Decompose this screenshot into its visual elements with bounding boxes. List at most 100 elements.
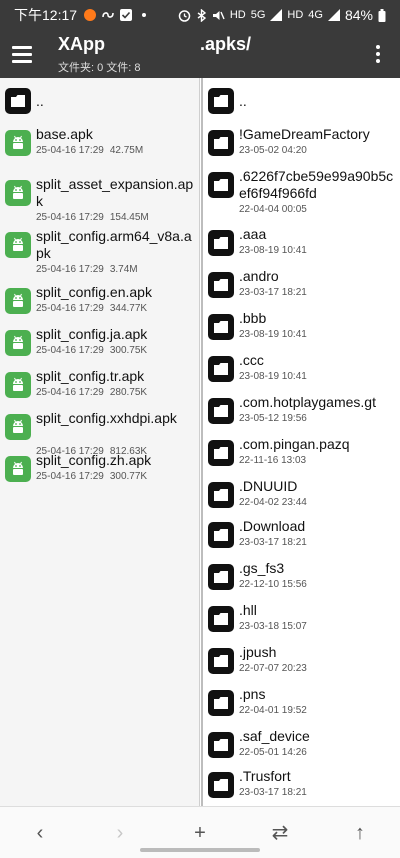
folder-icon: [208, 732, 234, 758]
folder-icon: [5, 88, 31, 114]
link-icon: [101, 8, 115, 22]
item-meta: 25-04-16 17:29 42.75M: [36, 145, 143, 156]
right-file-pane[interactable]: .. !GameDreamFactory 23-05-02 04:20 .6226f…: [201, 78, 400, 806]
add-icon[interactable]: +: [188, 821, 212, 845]
folder-item[interactable]: .ccc 23-08-19 10:41: [203, 352, 400, 390]
battery-icon: [378, 8, 386, 22]
folder-icon: [208, 564, 234, 590]
item-date: 23-03-17 18:21: [239, 287, 307, 298]
item-date: 22-04-01 19:52: [239, 705, 307, 716]
android-apk-icon: [5, 130, 31, 156]
folder-item[interactable]: .saf_device 22-05-01 14:26: [203, 728, 400, 766]
item-meta: 23-03-17 18:21: [239, 537, 307, 548]
hamburger-menu-icon[interactable]: [12, 40, 40, 68]
folder-item[interactable]: .Trusfort 23-03-17 18:21: [203, 768, 400, 806]
apk-file-item[interactable]: base.apk 25-04-16 17:29 42.75M: [0, 126, 199, 164]
item-name: !GameDreamFactory: [239, 126, 370, 142]
item-name: split_asset_expansion.apk: [36, 176, 194, 209]
folder-item[interactable]: !GameDreamFactory 23-05-02 04:20: [203, 126, 400, 164]
item-meta: 23-08-19 10:41: [239, 245, 307, 256]
item-meta: 22-12-10 15:56: [239, 579, 307, 590]
apk-file-item[interactable]: split_asset_expansion.apk 25-04-16 17:29 1…: [0, 176, 199, 224]
item-name: .jpush: [239, 644, 277, 660]
folder-icon: [208, 606, 234, 632]
item-name: base.apk: [36, 126, 93, 142]
folder-item[interactable]: .aaa 23-08-19 10:41: [203, 226, 400, 264]
item-meta: 23-03-17 18:21: [239, 287, 307, 298]
item-meta: 25-04-16 17:29 3.74M: [36, 264, 138, 275]
item-name: .com.pingan.pazq: [239, 436, 350, 452]
folder-item[interactable]: .hll 23-03-18 15:07: [203, 602, 400, 640]
hd-label: HD: [229, 9, 246, 21]
apk-file-item[interactable]: split_config.arm64_v8a.apk 25-04-16 17:29…: [0, 228, 199, 276]
folder-icon: [208, 172, 234, 198]
apk-file-item[interactable]: split_config.tr.apk 25-04-16 17:29 280.75K: [0, 368, 199, 406]
item-name: .andro: [239, 268, 279, 284]
item-meta: 22-04-02 23:44: [239, 497, 307, 508]
folder-item[interactable]: .com.hotplaygames.gt 23-05-12 19:56: [203, 394, 400, 432]
forward-icon[interactable]: ›: [108, 821, 132, 845]
notification-icons: [83, 8, 151, 22]
item-date: 23-03-17 18:21: [239, 787, 307, 798]
item-name: .pns: [239, 686, 266, 702]
item-date: 23-05-12 19:56: [239, 413, 307, 424]
parent-directory-item[interactable]: ..: [203, 86, 400, 116]
apk-file-item[interactable]: split_config.xxhdpi.apk 25-04-16 17:29 812…: [0, 410, 199, 458]
bluetooth-icon: [197, 8, 206, 22]
folder-item[interactable]: .bbb 23-08-19 10:41: [203, 310, 400, 348]
item-name: .Trusfort: [239, 768, 291, 784]
android-apk-icon: [5, 288, 31, 314]
up-directory-icon[interactable]: ↑: [348, 821, 372, 845]
back-icon[interactable]: ‹: [28, 821, 52, 845]
item-date: 22-05-01 14:26: [239, 747, 307, 758]
item-meta: 23-08-19 10:41: [239, 371, 307, 382]
item-meta: 23-03-17 18:21: [239, 787, 307, 798]
apk-file-item[interactable]: split_config.ja.apk 25-04-16 17:29 300.75K: [0, 326, 199, 364]
item-meta: 25-04-16 17:29 300.75K: [36, 345, 147, 356]
folder-icon: [208, 130, 234, 156]
folder-item[interactable]: .Download 23-03-17 18:21: [203, 518, 400, 556]
folder-icon: [208, 522, 234, 548]
network-label: 5G: [250, 9, 266, 21]
current-path[interactable]: .apks/: [200, 34, 251, 55]
item-name: split_config.xxhdpi.apk: [36, 410, 177, 426]
apk-file-item[interactable]: split_config.en.apk 25-04-16 17:29 344.77K: [0, 284, 199, 322]
folder-icon: [208, 88, 234, 114]
item-date: 23-08-19 10:41: [239, 245, 307, 256]
item-meta: 22-04-01 19:52: [239, 705, 307, 716]
apk-file-item[interactable]: split_config.zh.apk 25-04-16 17:29 300.77K: [0, 452, 199, 490]
item-meta: 23-05-02 04:20: [239, 145, 307, 156]
item-meta: 25-04-16 17:29 300.77K: [36, 471, 147, 482]
android-apk-icon: [5, 330, 31, 356]
item-name: split_config.ja.apk: [36, 326, 148, 342]
folder-icon: [208, 440, 234, 466]
item-date: 25-04-16 17:29: [36, 387, 104, 398]
swap-panes-icon[interactable]: ⇄: [268, 821, 292, 845]
item-date: 22-12-10 15:56: [239, 579, 307, 590]
item-meta: 23-05-12 19:56: [239, 413, 307, 424]
left-file-pane[interactable]: .. base.apk 25-04-16 17:29 42.75M split_ass…: [0, 78, 200, 806]
folder-item[interactable]: .jpush 22-07-07 20:23: [203, 644, 400, 682]
folder-item[interactable]: .andro 23-03-17 18:21: [203, 268, 400, 306]
item-name: .6226f7cbe59e99a90b5cef6f94f966fd: [239, 168, 394, 201]
more-options-icon[interactable]: [370, 40, 386, 68]
folder-item[interactable]: .pns 22-04-01 19:52: [203, 686, 400, 724]
signal-icon-2: [327, 9, 340, 21]
folder-icon: [208, 648, 234, 674]
item-date: 23-03-18 15:07: [239, 621, 307, 632]
item-name: .com.hotplaygames.gt: [239, 394, 376, 410]
folder-item[interactable]: .6226f7cbe59e99a90b5cef6f94f966fd 22-04-0…: [203, 168, 400, 220]
item-name: .Download: [239, 518, 306, 534]
folder-item[interactable]: .DNUUID 22-04-02 23:44: [203, 478, 400, 516]
parent-directory-item[interactable]: ..: [0, 86, 199, 116]
item-meta: 22-04-04 00:05: [239, 204, 307, 215]
item-size: 300.75K: [109, 345, 148, 356]
item-date: 23-05-02 04:20: [239, 145, 307, 156]
item-name: .aaa: [239, 226, 267, 242]
folder-icon: [208, 356, 234, 382]
folder-item[interactable]: .com.pingan.pazq 22-11-16 13:03: [203, 436, 400, 474]
item-size: 344.77K: [109, 303, 148, 314]
app-notification-icon: [83, 8, 97, 22]
folder-icon: [208, 230, 234, 256]
folder-item[interactable]: .gs_fs3 22-12-10 15:56: [203, 560, 400, 598]
